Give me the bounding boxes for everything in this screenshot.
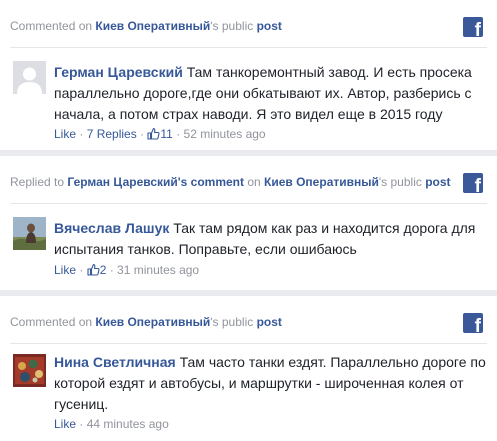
thumbs-up-icon (147, 127, 160, 140)
comment-actions: Like · 7 Replies · 11 · 52 minutes ago (54, 126, 266, 142)
timestamp: 44 minutes ago (86, 417, 169, 431)
facebook-icon[interactable]: f (463, 313, 483, 333)
default-avatar-icon (13, 61, 46, 94)
page-link[interactable]: Киев Оперативный (95, 315, 210, 329)
header-text: Commented on (10, 315, 96, 329)
like-count-value: 11 (160, 127, 173, 141)
post-link[interactable]: post (257, 315, 282, 329)
header-text: 's public (210, 19, 257, 33)
divider (10, 343, 487, 344)
timestamp: 31 minutes ago (117, 263, 200, 277)
header-text: 's public (210, 315, 257, 329)
replies-link[interactable]: 7 Replies (87, 127, 137, 141)
separator-dot: · (76, 417, 87, 431)
separator-dot: · (106, 263, 118, 277)
facebook-icon[interactable]: f (463, 17, 483, 37)
header-text: Replied to (10, 175, 68, 189)
like-count[interactable]: 2 (87, 263, 106, 277)
like-button[interactable]: Like (54, 263, 76, 277)
activity-header: Commented on Киев Оперативный's public p… (10, 18, 457, 34)
comment-body: Нина Светличная Там часто танки ездят. П… (54, 352, 487, 415)
activity-header: Commented on Киев Оперативный's public p… (10, 314, 457, 330)
avatar[interactable] (13, 217, 46, 250)
timestamp: 52 minutes ago (183, 127, 266, 141)
post-link[interactable]: post (425, 175, 450, 189)
activity-card: Replied to Герман Царевский's comment on… (0, 156, 497, 290)
like-button[interactable]: Like (54, 127, 76, 141)
divider (10, 47, 487, 48)
facebook-icon[interactable]: f (463, 173, 483, 193)
header-text: 's public (378, 175, 426, 189)
activity-card: Commented on Киев Оперативный's public p… (0, 296, 497, 441)
separator-dot: · (76, 263, 87, 277)
comment-body: Герман Царевский Там танкоремонтный заво… (54, 62, 487, 125)
comment-link[interactable]: Герман Царевский's comment (67, 175, 244, 189)
page-link[interactable]: Киев Оперативный (264, 175, 379, 189)
comment-actions: Like · 44 minutes ago (54, 416, 169, 432)
avatar-photo (13, 217, 46, 250)
post-link[interactable]: post (257, 19, 282, 33)
avatar[interactable] (13, 61, 46, 94)
comment-author[interactable]: Вячеслав Лашук (54, 220, 169, 236)
avatar[interactable] (13, 354, 46, 387)
like-count[interactable]: 11 (147, 127, 173, 141)
separator-dot: · (136, 127, 148, 141)
activity-card: Commented on Киев Оперативный's public p… (0, 0, 497, 150)
header-text: on (244, 175, 265, 189)
comment-body: Вячеслав Лашук Так там рядом как раз и н… (54, 218, 487, 260)
comment-actions: Like · 2 · 31 minutes ago (54, 262, 199, 278)
page-link[interactable]: Киев Оперативный (95, 19, 210, 33)
divider (10, 203, 487, 204)
separator-dot: · (172, 127, 184, 141)
comment-author[interactable]: Нина Светличная (54, 354, 176, 370)
comment-author[interactable]: Герман Царевский (54, 64, 183, 80)
header-text: Commented on (10, 19, 96, 33)
like-button[interactable]: Like (54, 417, 76, 431)
separator-dot: · (76, 127, 87, 141)
thumbs-up-icon (87, 263, 100, 276)
avatar-photo (13, 354, 46, 387)
activity-header: Replied to Герман Царевский's comment on… (10, 174, 457, 190)
